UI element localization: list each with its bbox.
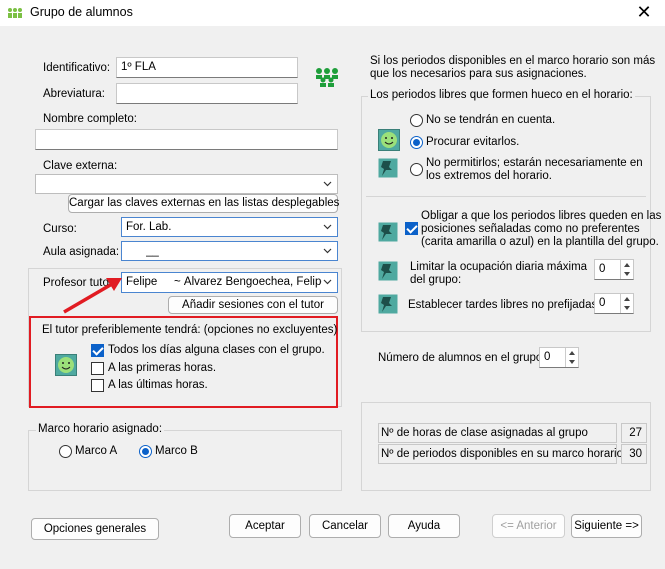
abreviatura-field[interactable] xyxy=(116,83,298,104)
window-title: Grupo de alumnos xyxy=(30,5,133,19)
ultimas-horas-label: A las últimas horas. xyxy=(108,379,208,391)
no-permitirlos-radio[interactable] xyxy=(410,163,423,176)
profesor-short: Felipe xyxy=(126,276,158,288)
tardes-spinner[interactable]: 0 xyxy=(594,293,634,314)
info-line1: Si los periodos disponibles en el marco … xyxy=(370,55,656,67)
ultimas-horas-checkbox[interactable] xyxy=(91,379,104,392)
marco-a-label: Marco A xyxy=(75,445,118,457)
marco-legend: Marco horario asignado: xyxy=(36,423,165,435)
red-arrow-annotation xyxy=(63,278,122,314)
curso-value: For. Lab. xyxy=(126,221,172,233)
spinner-arrows[interactable] xyxy=(565,348,578,367)
anadir-sesiones-button[interactable]: Añadir sesiones con el tutor xyxy=(168,296,338,314)
stat-horas-value: 27 xyxy=(629,427,642,439)
cancelar-button[interactable]: Cancelar xyxy=(309,514,381,538)
group-icon xyxy=(316,68,338,87)
primeras-horas-label: A las primeras horas. xyxy=(108,362,217,374)
nombre-field[interactable] xyxy=(35,129,338,150)
tutor-pref-heading: El tutor preferiblemente tendrá: (opcion… xyxy=(42,324,338,336)
stat-horas-label-cell: Nº de horas de clase asignadas al grupo xyxy=(378,423,617,443)
opciones-generales-button[interactable]: Opciones generales xyxy=(31,518,159,540)
no-permitirlos-line1: No permitirlos; estarán necesariamente e… xyxy=(426,157,643,169)
obligar-checkbox[interactable] xyxy=(405,222,418,235)
num-alumnos-value: 0 xyxy=(544,351,551,363)
profesor-full: ~ Álvarez Bengoechea, Felipe xyxy=(174,276,322,288)
chevron-down-icon xyxy=(323,279,332,285)
num-alumnos-spinner[interactable]: 0 xyxy=(539,347,579,368)
pin-icon xyxy=(378,158,398,178)
chevron-down-icon xyxy=(323,181,332,187)
siguiente-button[interactable]: Siguiente => xyxy=(571,514,642,538)
stat-periodos-value-cell: 30 xyxy=(621,444,647,464)
info-line2: que los necesarios para sus asignaciones… xyxy=(370,68,587,80)
no-permitirlos-line2: los extremos del horario. xyxy=(426,170,552,182)
stat-periodos-label-cell: Nº de periodos disponibles en su marco h… xyxy=(378,444,623,464)
nombre-label: Nombre completo: xyxy=(43,113,137,125)
stat-periodos-value: 30 xyxy=(629,448,642,460)
chevron-down-icon xyxy=(323,248,332,254)
smiley-icon xyxy=(55,354,77,376)
divider xyxy=(366,196,646,197)
stat-horas-value-cell: 27 xyxy=(621,423,647,443)
obligar-line3: (carita amarilla o azul) en la plantilla… xyxy=(421,236,659,248)
aula-label: Aula asignada: xyxy=(43,246,120,258)
obligar-line1: Obligar a que los periodos libres queden… xyxy=(421,210,662,222)
aceptar-button[interactable]: Aceptar xyxy=(229,514,301,538)
todos-los-dias-label: Todos los días alguna clases con el grup… xyxy=(108,344,325,356)
limitar-line1: Limitar la ocupación diaria máxima xyxy=(410,261,588,273)
anterior-button[interactable]: <= Anterior xyxy=(492,514,565,538)
procurar-evitarlos-label: Procurar evitarlos. xyxy=(426,136,520,148)
curso-label: Curso: xyxy=(43,223,77,235)
profesor-combo[interactable]: Felipe ~ Álvarez Bengoechea, Felipe xyxy=(121,272,338,293)
obligar-line2: posiciones señaladas como no preferentes xyxy=(421,223,640,235)
spinner-arrows[interactable] xyxy=(620,260,633,279)
marco-a-radio[interactable] xyxy=(59,445,72,458)
close-icon[interactable]: ✕ xyxy=(633,2,655,23)
marco-group xyxy=(28,430,342,491)
stat-horas-label: Nº de horas de clase asignadas al grupo xyxy=(381,427,588,439)
abreviatura-label: Abreviatura: xyxy=(43,88,106,100)
no-tener-cuenta-label: No se tendrán en cuenta. xyxy=(426,114,556,126)
ayuda-button[interactable]: Ayuda xyxy=(388,514,460,538)
aula-value: __ xyxy=(146,245,159,257)
pin-icon xyxy=(378,294,398,314)
pin-icon xyxy=(378,261,398,281)
group-app-icon xyxy=(8,8,22,18)
no-tener-cuenta-radio[interactable] xyxy=(410,114,423,127)
todos-los-dias-checkbox[interactable] xyxy=(91,344,104,357)
marco-b-label: Marco B xyxy=(155,445,198,457)
identificativo-value: 1º FLA xyxy=(121,61,156,73)
tardes-value: 0 xyxy=(599,297,606,309)
smiley-icon xyxy=(378,129,400,151)
chevron-down-icon xyxy=(323,224,332,230)
tardes-label: Establecer tardes libres no prefijadas: xyxy=(408,299,601,311)
marco-b-radio[interactable] xyxy=(139,445,152,458)
title-bar: Grupo de alumnos ✕ xyxy=(0,0,665,26)
clave-label: Clave externa: xyxy=(43,160,118,172)
libres-legend: Los periodos libres que formen hueco en … xyxy=(368,89,635,101)
limitar-spinner[interactable]: 0 xyxy=(594,259,634,280)
curso-combo[interactable]: For. Lab. xyxy=(121,217,338,237)
spinner-arrows[interactable] xyxy=(620,294,633,313)
procurar-evitarlos-radio[interactable] xyxy=(410,136,423,149)
primeras-horas-checkbox[interactable] xyxy=(91,362,104,375)
limitar-line2: del grupo: xyxy=(410,274,462,286)
clave-combo[interactable] xyxy=(35,174,338,194)
identificativo-field[interactable]: 1º FLA xyxy=(116,57,298,78)
limitar-value: 0 xyxy=(599,263,606,275)
stat-periodos-label: Nº de periodos disponibles en su marco h… xyxy=(381,448,623,460)
cargar-claves-button[interactable]: Cargar las claves externas en las listas… xyxy=(68,194,339,213)
num-alumnos-label: Número de alumnos en el grupo: xyxy=(378,352,546,364)
pin-icon xyxy=(378,222,398,242)
aula-combo[interactable]: __ xyxy=(121,241,338,261)
identificativo-label: Identificativo: xyxy=(43,62,111,74)
